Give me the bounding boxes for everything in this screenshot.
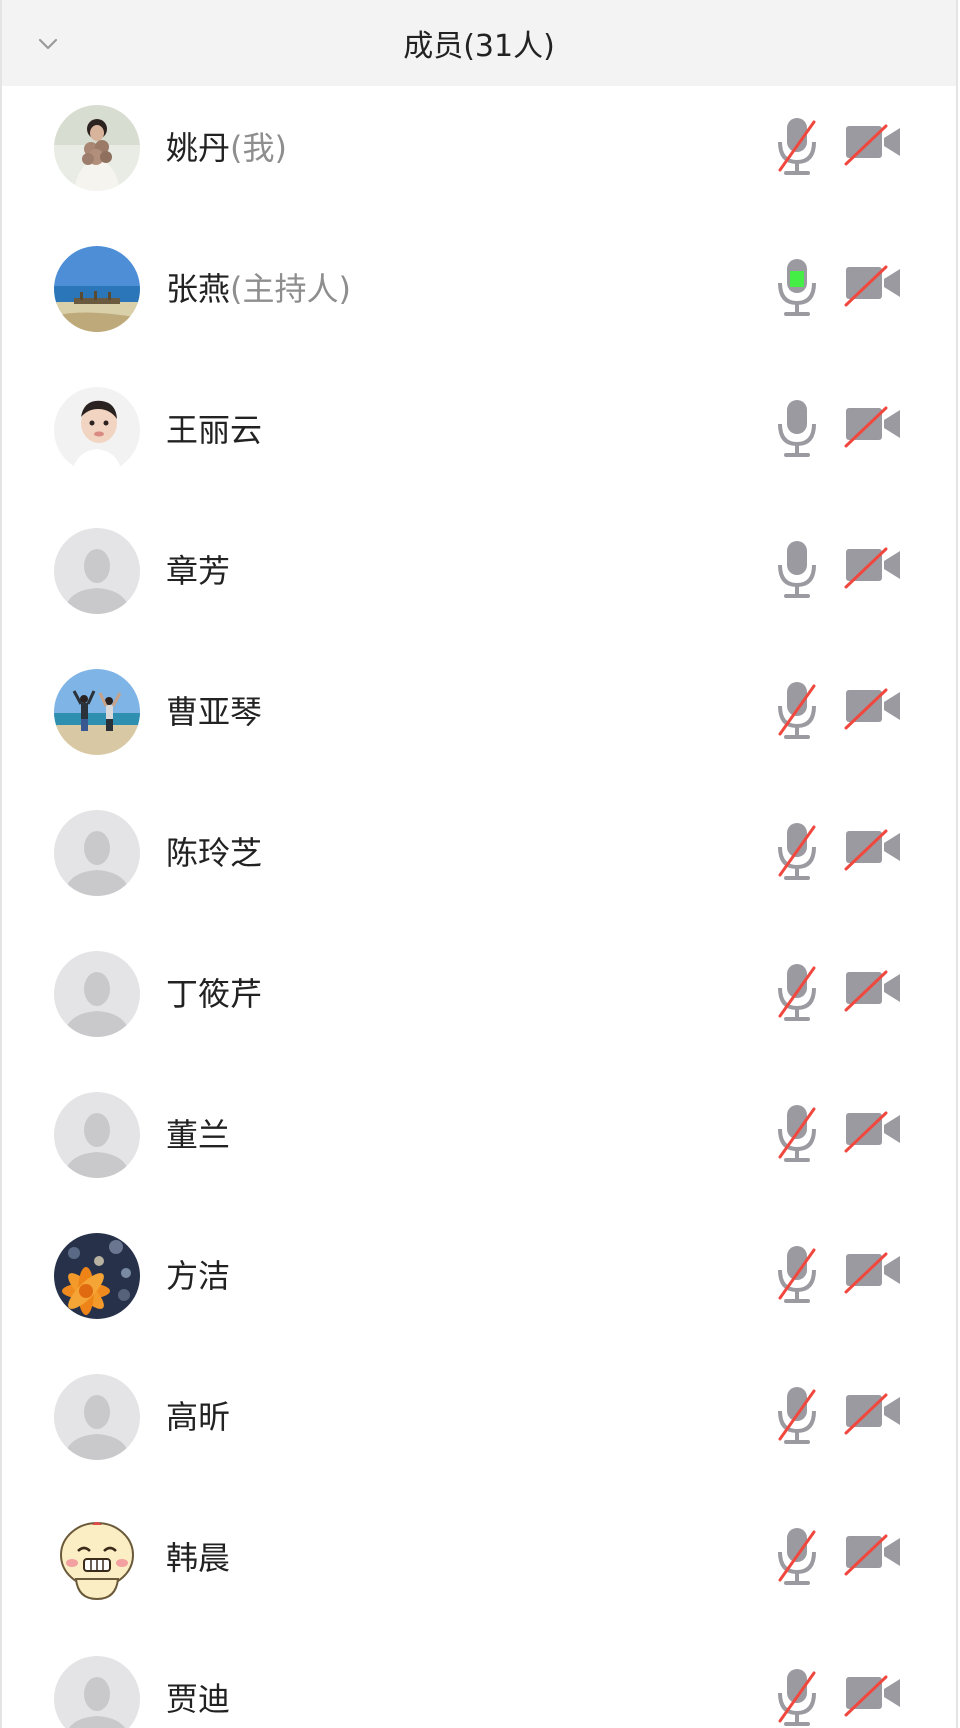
member-name: 陈玲芝: [166, 832, 262, 874]
avatar: [54, 951, 140, 1037]
chevron-down-icon: [38, 38, 58, 50]
avatar: [54, 1515, 140, 1601]
member-name-text: 董兰: [166, 1116, 231, 1154]
member-row[interactable]: 章芳: [2, 501, 956, 642]
mic-icon[interactable]: [775, 398, 819, 460]
mic-icon[interactable]: [775, 539, 819, 601]
member-list: 姚丹(我) 张燕(主持人) 王丽云章芳曹亚琴陈玲芝丁筱芹董兰方洁高昕韩晨贾迪: [2, 86, 956, 1728]
camera-off-icon[interactable]: [844, 1530, 902, 1576]
member-name-text: 方洁: [166, 1257, 231, 1295]
member-row[interactable]: 高昕: [2, 1347, 956, 1488]
camera-off-icon[interactable]: [844, 825, 902, 871]
member-name-text: 张燕: [166, 270, 231, 308]
mic-muted-icon[interactable]: [775, 1103, 819, 1165]
avatar: [54, 810, 140, 896]
avatar: [54, 669, 140, 755]
members-header: 成员(31人): [2, 0, 956, 86]
member-row[interactable]: 陈玲芝: [2, 783, 956, 924]
member-name-text: 王丽云: [166, 411, 263, 449]
members-title: 成员(31人): [403, 29, 555, 64]
member-name: 董兰: [166, 1114, 230, 1156]
camera-off-icon[interactable]: [844, 1671, 902, 1717]
member-name-text: 丁筱芹: [166, 975, 263, 1013]
mic-muted-icon[interactable]: [775, 116, 819, 178]
avatar: [54, 246, 140, 332]
mic-muted-icon[interactable]: [775, 680, 819, 742]
camera-off-icon[interactable]: [844, 261, 902, 307]
camera-off-icon[interactable]: [844, 1107, 902, 1153]
member-name: 方洁: [166, 1255, 230, 1297]
member-name-text: 章芳: [166, 552, 231, 590]
avatar: [54, 1656, 140, 1728]
members-panel: 成员(31人) 姚丹(我) 张燕(主持人) 王丽云章芳曹亚琴陈玲芝丁筱芹董兰方洁高昕…: [0, 0, 958, 1728]
member-name-text: 贾迪: [166, 1680, 231, 1718]
mic-muted-icon[interactable]: [775, 1667, 819, 1728]
camera-off-icon[interactable]: [844, 120, 902, 166]
avatar: [54, 105, 140, 191]
mic-muted-icon[interactable]: [775, 1244, 819, 1306]
member-row[interactable]: 王丽云: [2, 360, 956, 501]
member-name-text: 曹亚琴: [166, 693, 263, 731]
mic-muted-icon[interactable]: [775, 821, 819, 883]
collapse-button[interactable]: [30, 26, 66, 62]
member-name: 章芳: [166, 550, 230, 592]
camera-off-icon[interactable]: [844, 543, 902, 589]
member-row[interactable]: 丁筱芹: [2, 924, 956, 1065]
member-name-text: 韩晨: [166, 1539, 231, 1577]
member-role: (我): [230, 129, 287, 167]
member-row[interactable]: 张燕(主持人): [2, 219, 956, 360]
camera-off-icon[interactable]: [844, 1389, 902, 1435]
member-name-text: 姚丹: [166, 129, 231, 167]
member-role: (主持人): [230, 270, 351, 308]
member-name: 贾迪: [166, 1678, 230, 1720]
avatar: [54, 1092, 140, 1178]
member-name: 王丽云: [166, 409, 262, 451]
mic-muted-icon[interactable]: [775, 962, 819, 1024]
member-name: 姚丹(我): [166, 127, 287, 169]
member-name: 高昕: [166, 1396, 230, 1438]
member-name-text: 高昕: [166, 1398, 231, 1436]
mic-muted-icon[interactable]: [775, 1526, 819, 1588]
member-row[interactable]: 贾迪: [2, 1629, 956, 1728]
camera-off-icon[interactable]: [844, 966, 902, 1012]
avatar: [54, 1233, 140, 1319]
mic-muted-icon[interactable]: [775, 1385, 819, 1447]
member-name: 张燕(主持人): [166, 268, 351, 310]
member-name: 丁筱芹: [166, 973, 262, 1015]
member-row[interactable]: 韩晨: [2, 1488, 956, 1629]
member-name: 曹亚琴: [166, 691, 262, 733]
member-name-text: 陈玲芝: [166, 834, 263, 872]
mic-speaking-icon[interactable]: [775, 257, 819, 319]
avatar: [54, 387, 140, 473]
camera-off-icon[interactable]: [844, 684, 902, 730]
member-row[interactable]: 曹亚琴: [2, 642, 956, 783]
member-name: 韩晨: [166, 1537, 230, 1579]
camera-off-icon[interactable]: [844, 1248, 902, 1294]
avatar: [54, 1374, 140, 1460]
member-row[interactable]: 方洁: [2, 1206, 956, 1347]
member-row[interactable]: 董兰: [2, 1065, 956, 1206]
camera-off-icon[interactable]: [844, 402, 902, 448]
member-row[interactable]: 姚丹(我): [2, 78, 956, 219]
avatar: [54, 528, 140, 614]
